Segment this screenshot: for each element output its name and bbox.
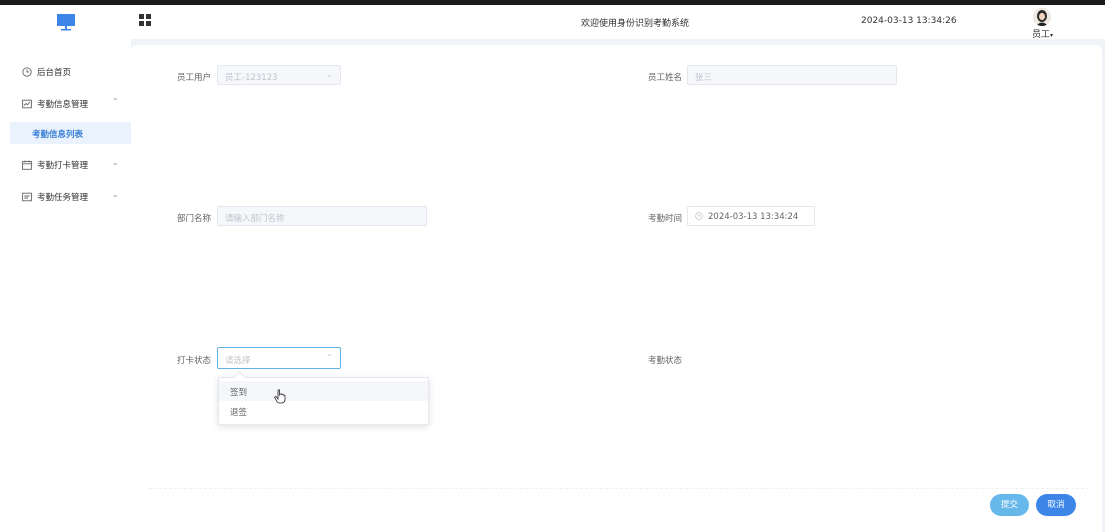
chevron-down-icon: ⌄ xyxy=(326,70,333,79)
chevron-up-icon: ⌃ xyxy=(326,353,333,362)
sidebar-item-label: 考勤任务管理 xyxy=(37,193,89,203)
employee-name-field[interactable]: 张三 xyxy=(687,65,897,85)
chevron-down-icon: ⌄ xyxy=(112,158,119,167)
form-divider xyxy=(149,488,1089,489)
punch-status-placeholder: 请选择 xyxy=(225,356,251,366)
dropdown-option-label: 签到 xyxy=(230,388,248,398)
sidebar-subitem-attendance-list[interactable]: 考勤信息列表 xyxy=(10,122,131,144)
sidebar-item-punch[interactable]: 考勤打卡管理 ⌄ xyxy=(0,150,131,180)
user-role-label: 员工 xyxy=(1032,30,1051,40)
sidebar-subitem-label: 考勤信息列表 xyxy=(32,130,84,140)
punch-status-select[interactable]: 请选择 ⌃ xyxy=(217,347,341,369)
dropdown-option-sign-in[interactable]: 签到 xyxy=(219,381,428,401)
hand-cursor-icon xyxy=(274,389,286,404)
attendance-time-value: 2024-03-13 13:34:24 xyxy=(708,212,799,222)
header-bar: 欢迎使用身份识别考勤系统 2024-03-13 13:34:26 员工▾ xyxy=(0,5,1105,40)
sidebar-item-label: 后台首页 xyxy=(37,68,72,78)
calendar-icon xyxy=(22,160,32,170)
sidebar-item-home[interactable]: 后台首页 xyxy=(0,57,131,87)
sidebar-item-label: 考勤打卡管理 xyxy=(37,161,89,171)
chevron-down-icon: ⌄ xyxy=(112,190,119,199)
user-menu[interactable]: 员工▾ xyxy=(1032,27,1053,40)
chart-icon xyxy=(22,99,32,109)
department-label: 部门名称 xyxy=(177,214,212,224)
clock-icon xyxy=(22,67,32,77)
employee-user-select[interactable]: 员工-123123 ⌄ xyxy=(217,65,341,85)
employee-user-label: 员工用户 xyxy=(177,73,212,83)
department-placeholder: 请输入部门名称 xyxy=(225,214,285,224)
site-title: 欢迎使用身份识别考勤系统 xyxy=(580,19,689,29)
chevron-up-icon: ⌃ xyxy=(112,97,119,106)
sidebar-item-tasks[interactable]: 考勤任务管理 ⌄ xyxy=(0,182,131,212)
submit-button[interactable]: 提交 xyxy=(990,494,1029,516)
sidebar-item-attendance-info[interactable]: 考勤信息管理 ⌃ xyxy=(0,89,131,119)
sidebar-item-label: 考勤信息管理 xyxy=(37,100,89,110)
punch-status-dropdown: 签到 退签 xyxy=(218,371,429,425)
attendance-time-label: 考勤时间 xyxy=(648,214,683,224)
avatar[interactable] xyxy=(1033,8,1051,26)
header-clock: 2024-03-13 13:34:26 xyxy=(861,16,957,26)
task-icon xyxy=(22,192,32,202)
dropdown-option-sign-out[interactable]: 退签 xyxy=(219,401,428,421)
dropdown-option-label: 退签 xyxy=(230,408,248,418)
department-field[interactable]: 请输入部门名称 xyxy=(217,206,427,226)
attendance-status-label: 考勤状态 xyxy=(648,356,683,366)
employee-name-value: 张三 xyxy=(695,73,713,83)
punch-status-label: 打卡状态 xyxy=(177,356,212,366)
avatar-portrait-icon xyxy=(1033,8,1051,26)
employee-name-label: 员工姓名 xyxy=(648,73,683,83)
caret-down-icon: ▾ xyxy=(1050,32,1054,39)
employee-user-value: 员工-123123 xyxy=(225,73,278,83)
monitor-logo-icon xyxy=(57,14,75,31)
cancel-button[interactable]: 取消 xyxy=(1036,494,1076,516)
form-panel: 员工用户 员工-123123 ⌄ 员工姓名 张三 部门名称 请输入部门名称 考勤… xyxy=(131,45,1102,532)
sidebar: 后台首页 考勤信息管理 ⌃ 考勤信息列表 考勤打卡管理 ⌄ 考勤任务管理 ⌄ xyxy=(0,39,131,532)
attendance-time-picker[interactable]: 2024-03-13 13:34:24 xyxy=(687,206,815,226)
grid-menu-icon[interactable] xyxy=(139,14,151,26)
clock-icon xyxy=(695,212,703,220)
